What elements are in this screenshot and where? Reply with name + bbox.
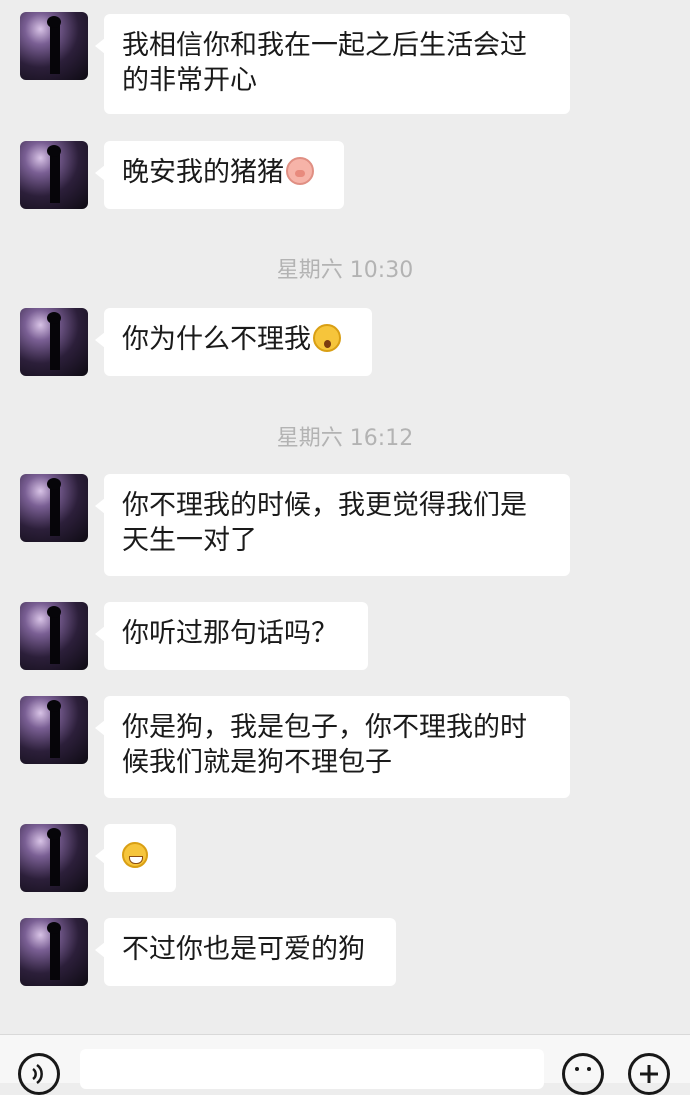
- message-text: 你为什么不理我: [122, 324, 311, 355]
- message-text: 不过你也是可爱的狗: [122, 934, 365, 965]
- message-text: 你是狗，我是包子，你不理我的时: [122, 712, 527, 743]
- avatar[interactable]: [20, 308, 88, 376]
- timestamp: 星期六 16:12: [276, 426, 414, 451]
- timestamp: 星期六 10:30: [276, 258, 414, 283]
- message-bubble[interactable]: 晚安我的猪猪: [95, 141, 344, 209]
- message-bubble[interactable]: 你是狗，我是包子，你不理我的时 候我们就是狗不理包子: [95, 696, 570, 798]
- voice-icon[interactable]: [18, 1053, 60, 1095]
- message-bubble[interactable]: 你为什么不理我: [95, 308, 372, 376]
- avatar[interactable]: [20, 474, 88, 542]
- avatar[interactable]: [20, 824, 88, 892]
- message-bubble[interactable]: 我相信你和我在一起之后生活会过 的非常开心: [95, 14, 570, 114]
- message-bubble[interactable]: [95, 824, 176, 892]
- avatar[interactable]: [20, 602, 88, 670]
- emoji-icon[interactable]: [562, 1053, 604, 1095]
- pig-face-icon: [286, 157, 314, 185]
- grinning-face-icon: [122, 842, 148, 868]
- message-text: 你不理我的时候，我更觉得我们是: [122, 490, 527, 521]
- avatar[interactable]: [20, 141, 88, 209]
- message-text: 我相信你和我在一起之后生活会过: [122, 30, 527, 61]
- message-bubble[interactable]: 你不理我的时候，我更觉得我们是 天生一对了: [95, 474, 570, 576]
- avatar[interactable]: [20, 918, 88, 986]
- message-bubble[interactable]: 不过你也是可爱的狗: [95, 918, 396, 986]
- input-bar: [0, 1034, 690, 1095]
- message-input[interactable]: [80, 1049, 544, 1089]
- message-text: 你听过那句话吗？: [122, 618, 338, 649]
- message-bubble[interactable]: 你听过那句话吗？: [95, 602, 368, 670]
- message-text: 候我们就是狗不理包子: [122, 747, 392, 778]
- plus-icon[interactable]: [628, 1053, 670, 1095]
- shocked-face-icon: [313, 324, 341, 352]
- message-text: 天生一对了: [122, 525, 257, 556]
- message-text: 晚安我的猪猪: [122, 157, 284, 188]
- avatar[interactable]: [20, 696, 88, 764]
- avatar[interactable]: [20, 12, 88, 80]
- message-text: 的非常开心: [122, 65, 257, 96]
